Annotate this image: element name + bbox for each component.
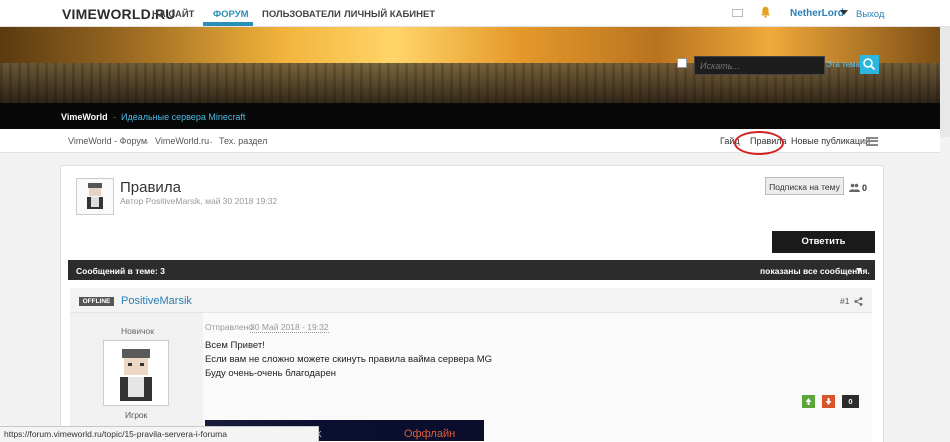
post-number-link[interactable]: #1 (840, 296, 849, 306)
bell-icon[interactable] (760, 6, 771, 18)
followers-count: 0 (862, 183, 868, 193)
author-rank: Новичок (121, 326, 155, 336)
author-group: Игрок (125, 410, 148, 420)
posted-label: Отправлено (205, 322, 253, 332)
breadcrumb-vimeworld[interactable]: VimeWorld.ru (155, 136, 209, 146)
nav-item-users[interactable]: ПОЛЬЗОВАТЕЛИ (262, 9, 341, 20)
new-posts-link[interactable]: Новые публикации (791, 136, 870, 146)
breadcrumb-forum[interactable]: VimeWorld - Форум (68, 136, 147, 146)
page-title: Правила (120, 179, 181, 196)
reply-button[interactable]: Ответить (772, 231, 875, 253)
nav-active-indicator (203, 22, 253, 26)
chevron-down-icon[interactable] (840, 10, 848, 15)
signature-status: Оффлайн (404, 428, 456, 440)
page-edge (940, 27, 950, 137)
search-button[interactable] (860, 55, 879, 74)
topic-byline: Автор PositiveMarsik, май 30 2018 19:32 (120, 196, 278, 206)
logout-link[interactable]: Выход (856, 9, 884, 20)
nav-item-forum[interactable]: ФОРУМ (213, 9, 249, 20)
posted-date: 30 Май 2018 - 19:32 (250, 322, 329, 333)
search-scope[interactable]: Эта тема (826, 60, 860, 69)
post-author-link[interactable]: PositiveMarsik (121, 295, 192, 307)
red-circle-annotation (734, 131, 784, 155)
user-menu[interactable]: NetherLord (790, 8, 844, 19)
nav-item-site[interactable]: НА САЙТ (152, 9, 194, 20)
search-icon (863, 58, 876, 71)
brand-tagline[interactable]: Идеальные сервера Minecraft (121, 112, 245, 122)
post-text-line: Если вам не сложно можете скинуть правил… (205, 354, 493, 365)
vote-up-button[interactable] (802, 395, 815, 408)
breadcrumb-tech[interactable]: Тех. раздел (219, 136, 267, 146)
post-avatar[interactable] (103, 340, 169, 406)
post-score: 0 (842, 395, 859, 408)
grid-icon[interactable] (677, 58, 687, 68)
status-badge: OFFLINE (79, 297, 114, 306)
arrow-up-icon (805, 398, 812, 405)
status-url: https://forum.vimeworld.ru/topic/15-prav… (4, 429, 227, 439)
show-all-filter[interactable]: показаны все сообщения. (760, 266, 870, 276)
mail-icon[interactable] (732, 9, 743, 17)
post-text-line: Всем Привет! (205, 340, 265, 351)
message-count: Сообщений в теме: 3 (76, 266, 165, 276)
avatar-icon (87, 183, 103, 209)
search-input[interactable] (698, 58, 822, 73)
breadcrumb-arrow: → (205, 136, 214, 146)
brand-name[interactable]: VimeWorld (61, 112, 108, 122)
followers-icon (849, 183, 860, 192)
menu-icon-bar (866, 140, 878, 142)
breadcrumb-arrow: → (141, 136, 150, 146)
vote-down-button[interactable] (822, 395, 835, 408)
nav-item-account[interactable]: ЛИЧНЫЙ КАБИНЕТ (344, 9, 435, 20)
share-icon[interactable] (854, 297, 863, 306)
post-text-line: Буду очень-очень благодарен (205, 368, 337, 379)
brand-separator: - (113, 112, 116, 122)
avatar[interactable] (76, 178, 114, 215)
chevron-down-icon[interactable] (856, 268, 862, 272)
messages-bar (68, 260, 875, 280)
arrow-down-icon (825, 398, 832, 405)
avatar-icon (120, 349, 152, 401)
subscribe-button[interactable]: Подписка на тему (765, 177, 844, 195)
